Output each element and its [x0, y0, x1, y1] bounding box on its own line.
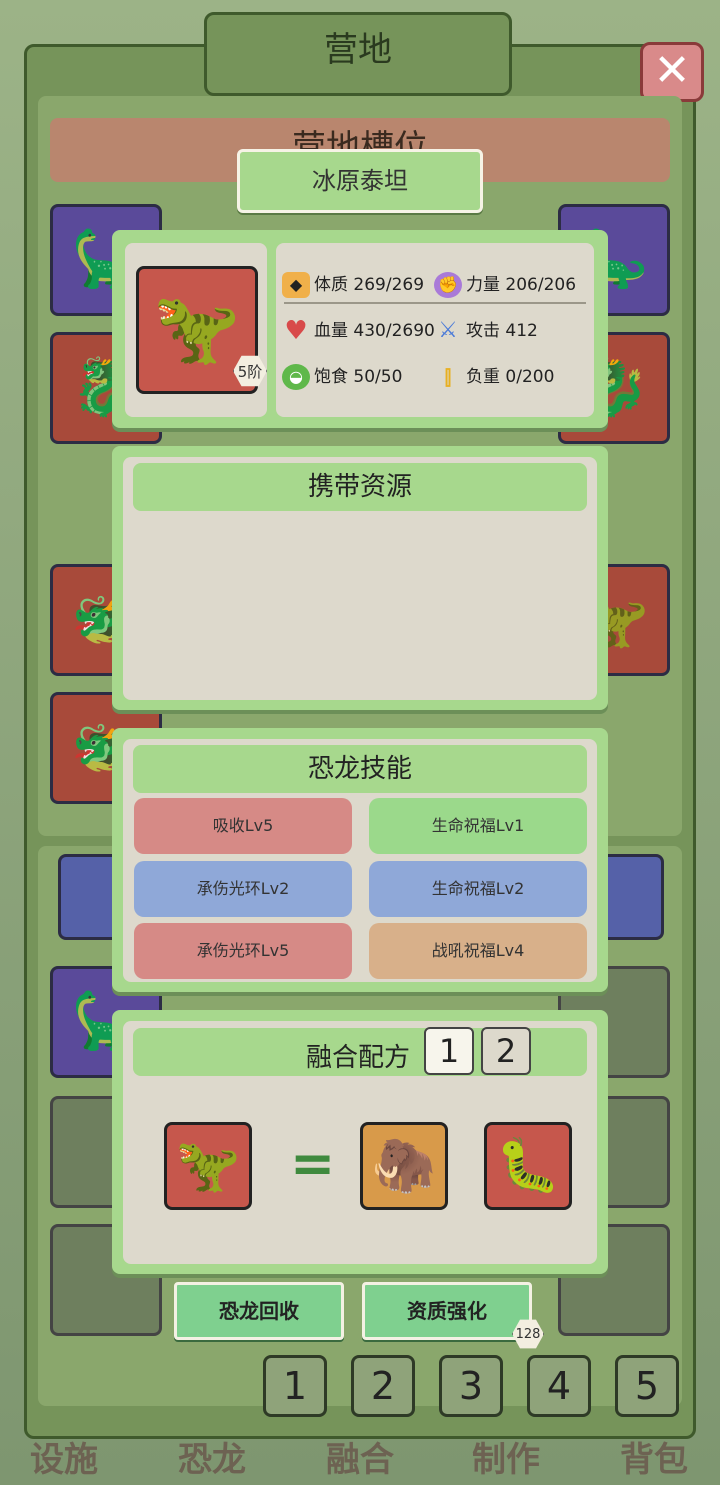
stat-strength: ✊ 力量 206/206	[434, 270, 576, 298]
close-icon: ✕	[653, 45, 691, 96]
recipe-tab-2[interactable]: 2	[481, 1027, 531, 1075]
skills-title: 恐龙技能	[133, 745, 587, 793]
recipe-tab-1[interactable]: 1	[424, 1027, 474, 1075]
mammoth-icon: 🦣	[371, 1136, 437, 1196]
skill-item[interactable]: 生命祝福Lv1	[369, 798, 587, 854]
tab-crafting[interactable]: 制作	[472, 1432, 540, 1481]
stat-label: 攻击	[466, 321, 500, 341]
dino-name-tag: 冰原泰坦	[237, 149, 483, 213]
skill-item[interactable]: 承伤光环Lv2	[134, 861, 352, 917]
fusion-ingredient-slot[interactable]: 🦣	[360, 1122, 448, 1210]
stats-divider	[284, 302, 586, 304]
resources-title: 携带资源	[133, 463, 587, 511]
page-button-5[interactable]: 5	[615, 1355, 679, 1417]
stat-label: 体质	[314, 275, 348, 295]
stat-label: 负重	[466, 367, 500, 387]
stat-label: 力量	[466, 275, 500, 295]
torso-icon: ◆	[282, 272, 310, 298]
page-button-1[interactable]: 1	[263, 1355, 327, 1417]
tab-facilities[interactable]: 设施	[30, 1432, 98, 1481]
stat-value: 206/206	[505, 275, 577, 295]
ice-dinosaur-icon: 🦖	[175, 1136, 241, 1196]
stat-attack: ⚔ 攻击 412	[434, 316, 538, 344]
stat-value: 50/50	[353, 367, 403, 387]
stat-value: 0/200	[505, 367, 555, 387]
fist-icon: ✊	[434, 272, 462, 298]
dumbbell-icon: ⫿	[444, 365, 452, 389]
skill-item[interactable]: 吸收Lv5	[134, 798, 352, 854]
tab-dinosaurs[interactable]: 恐龙	[178, 1432, 246, 1481]
stat-value: 412	[505, 321, 538, 341]
skill-item[interactable]: 生命祝福Lv2	[369, 861, 587, 917]
page-button-2[interactable]: 2	[351, 1355, 415, 1417]
stat-constitution: ◆ 体质 269/269	[282, 270, 424, 298]
fusion-result-slot[interactable]: 🦖	[164, 1122, 252, 1210]
stat-label: 血量	[314, 321, 348, 341]
stat-satiety: ◒ 饱食 50/50	[282, 362, 402, 390]
tab-fusion[interactable]: 融合	[326, 1432, 394, 1481]
stat-value: 430/2690	[353, 321, 435, 341]
skill-item[interactable]: 战吼祝福Lv4	[369, 923, 587, 979]
fusion-ingredient-slot[interactable]: 🐛	[484, 1122, 572, 1210]
skill-item[interactable]: 承伤光环Lv5	[134, 923, 352, 979]
page-button-3[interactable]: 3	[439, 1355, 503, 1417]
camp-title: 营地	[324, 30, 392, 70]
tab-backpack[interactable]: 背包	[620, 1432, 688, 1481]
stat-hp: ♥ 血量 430/2690	[282, 316, 435, 344]
centipede-icon: 🐛	[495, 1136, 561, 1196]
aptitude-enhance-button[interactable]: 资质强化	[362, 1282, 532, 1340]
stat-label: 饱食	[314, 367, 348, 387]
close-button[interactable]: ✕	[640, 42, 704, 102]
heart-icon: ♥	[284, 316, 308, 346]
dino-recycle-button[interactable]: 恐龙回收	[174, 1282, 344, 1340]
stat-value: 269/269	[353, 275, 425, 295]
food-bowl-icon: ◒	[282, 364, 310, 390]
fusion-title: 融合配方	[306, 1043, 411, 1073]
sword-icon: ⚔	[438, 318, 458, 343]
equals-icon: =	[290, 1132, 336, 1195]
stat-load: ⫿ 负重 0/200	[434, 362, 555, 390]
page-button-4[interactable]: 4	[527, 1355, 591, 1417]
